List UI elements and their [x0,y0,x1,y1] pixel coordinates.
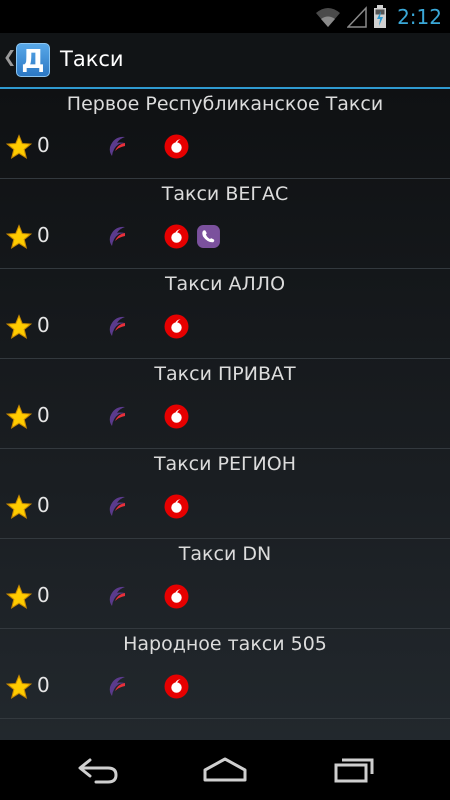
vodafone-icon[interactable] [164,674,189,699]
wifi-icon [316,8,341,27]
rating-value: 0 [37,583,50,607]
up-caret-icon[interactable]: ❮ [3,47,16,66]
taxi-name: Первое Республиканское Такси [66,93,384,115]
app-icon[interactable]: Д [16,43,50,77]
kyivstar-icon[interactable] [105,314,129,338]
vodafone-icon[interactable] [164,404,189,429]
home-icon[interactable] [202,752,248,786]
star-icon [6,134,32,160]
rating-value: 0 [37,223,50,247]
taxi-name: Такси ВЕГАС [161,183,289,205]
recent-apps-icon[interactable] [332,752,376,786]
kyivstar-icon[interactable] [105,584,129,608]
signal-icon [347,6,367,28]
list-item[interactable]: Первое Республиканское Такси 0 [0,89,450,179]
taxi-list[interactable]: Первое Республиканское Такси 0 Такси ВЕГ… [0,89,450,740]
page-title: Такси [60,47,124,71]
rating-value: 0 [37,493,50,517]
star-icon [6,494,32,520]
kyivstar-icon[interactable] [105,224,129,248]
rating-value: 0 [37,403,50,427]
star-icon [6,314,32,340]
back-icon[interactable] [76,752,120,786]
list-item[interactable]: Такси РЕГИОН 0 [0,449,450,539]
kyivstar-icon[interactable] [105,404,129,428]
navigation-bar [0,740,450,800]
kyivstar-icon[interactable] [105,494,129,518]
list-item[interactable]: Такси АЛЛО 0 [0,269,450,359]
star-icon [6,674,32,700]
taxi-name: Народное такси 505 [123,633,327,655]
kyivstar-icon[interactable] [105,134,129,158]
taxi-name: Такси РЕГИОН [153,453,297,475]
rating-value: 0 [37,673,50,697]
rating-value: 0 [37,313,50,337]
vodafone-icon[interactable] [164,314,189,339]
list-item[interactable]: Такси ВЕГАС 0 [0,179,450,269]
star-icon [6,404,32,430]
kyivstar-icon[interactable] [105,674,129,698]
vodafone-icon[interactable] [164,134,189,159]
battery-charging-icon [374,5,387,28]
vodafone-icon[interactable] [164,584,189,609]
list-item[interactable]: Такси ПРИВАТ 0 [0,359,450,449]
taxi-name: Такси ПРИВАТ [154,363,296,385]
rating-value: 0 [37,133,50,157]
viber-icon[interactable] [196,224,221,249]
vodafone-icon[interactable] [164,224,189,249]
vodafone-icon[interactable] [164,494,189,519]
taxi-name: Такси АЛЛО [164,273,286,295]
taxi-name: Такси DN [178,543,272,565]
star-icon [6,224,32,250]
list-item[interactable]: Такси DN 0 [0,539,450,629]
clock: 2:12 [397,5,442,29]
star-icon [6,584,32,610]
status-bar: 2:12 [0,0,450,33]
list-item[interactable]: Народное такси 505 0 [0,629,450,719]
